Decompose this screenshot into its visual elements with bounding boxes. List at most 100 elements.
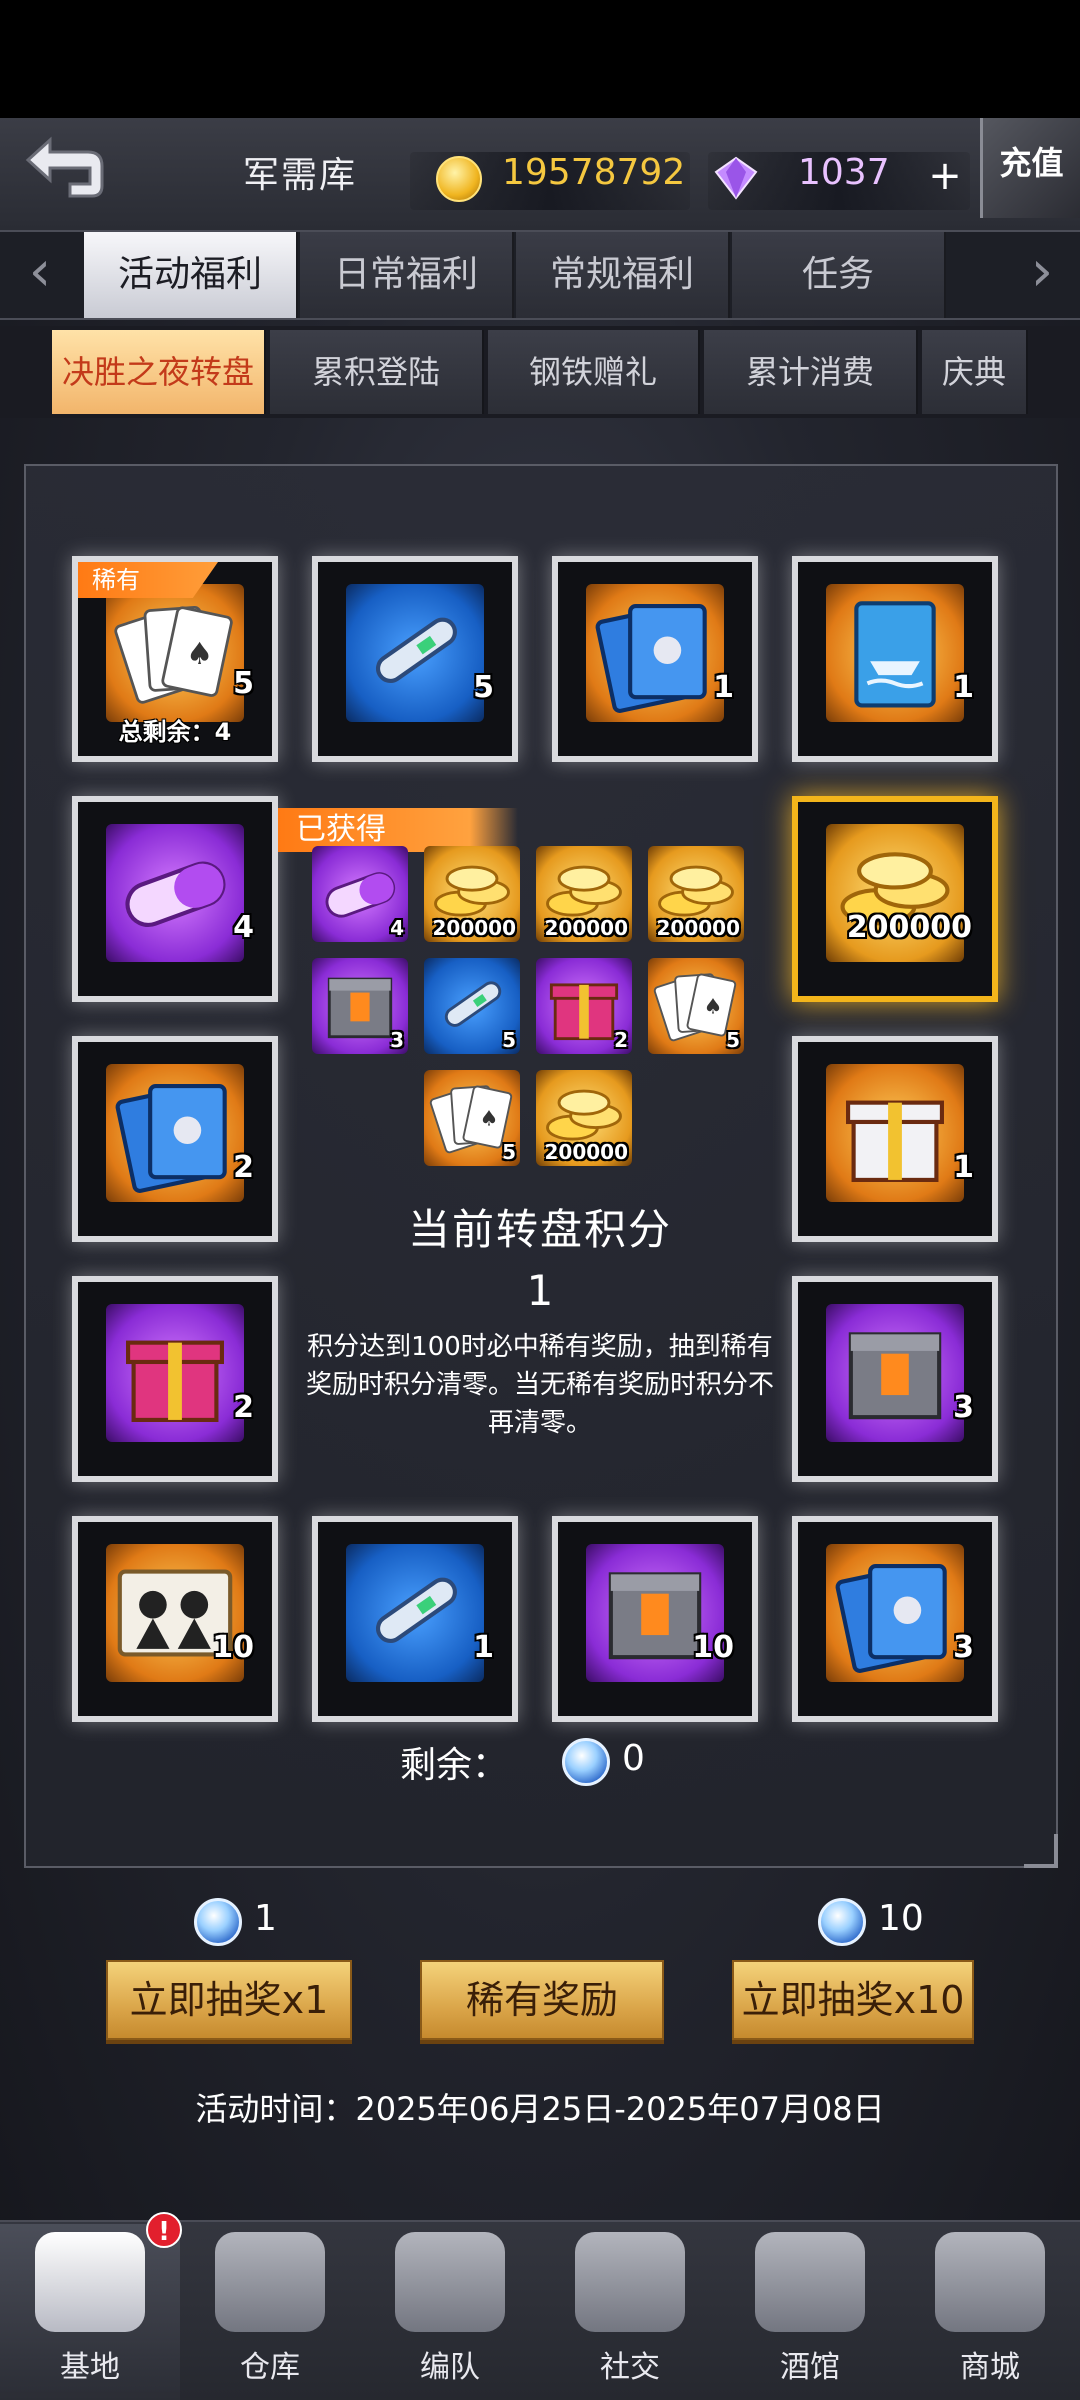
svg-text:♠: ♠: [186, 637, 213, 672]
reward-slot[interactable]: 2: [72, 1276, 278, 1482]
tab-right-arrow-icon[interactable]: ›: [1020, 244, 1064, 304]
obtained-item: 3: [312, 958, 408, 1054]
nav-label: 基地: [60, 2350, 120, 2385]
handshake-icon: [575, 2232, 685, 2332]
reward-count: 4: [233, 910, 254, 945]
reward-count: 1: [713, 670, 734, 705]
remaining-label: 剩余：: [400, 1745, 509, 1786]
gem-amount: 1037: [798, 152, 890, 193]
subtab-consumption[interactable]: 累计消费: [704, 330, 918, 414]
obtained-count: 5: [726, 1028, 740, 1052]
shop-icon: [935, 2232, 1045, 2332]
ship-card-icon: [826, 584, 964, 722]
reward-slot[interactable]: 3: [792, 1516, 998, 1722]
gift-box-icon: [826, 1064, 964, 1202]
single-draw-cost: 1: [254, 1898, 277, 1939]
obtained-count: 3: [390, 1028, 404, 1052]
nav-label: 社交: [600, 2350, 660, 2385]
subtab-steel-gift[interactable]: 钢铁赠礼: [488, 330, 700, 414]
obtained-item: 2: [536, 958, 632, 1054]
obtained-item: ♠ 5: [648, 958, 744, 1054]
reward-slot[interactable]: 2: [72, 1036, 278, 1242]
back-arrow-icon: [25, 136, 104, 198]
obtained-item: 4: [312, 846, 408, 942]
nav-label: 编队: [420, 2350, 480, 2385]
tab-tasks[interactable]: 任务: [732, 232, 946, 318]
recharge-label: 充值: [999, 144, 1064, 182]
back-button[interactable]: [10, 126, 110, 216]
reward-count: 10: [212, 1630, 254, 1665]
nav-item-2[interactable]: 编队: [360, 2224, 540, 2400]
nav-label: 商城: [960, 2350, 1020, 2385]
reward-slot[interactable]: ♠ 5 稀有 总剩余：4: [72, 556, 278, 762]
draw-once-button[interactable]: 立即抽奖x1: [106, 1960, 352, 2040]
reward-slot[interactable]: 1: [792, 556, 998, 762]
reward-count: 1: [953, 670, 974, 705]
obtained-item: 5: [424, 958, 520, 1054]
reward-slot[interactable]: 200000: [792, 796, 998, 1002]
draw-token-icon: [194, 1898, 242, 1946]
tab-left-arrow-icon[interactable]: ‹: [18, 244, 62, 304]
reward-slot[interactable]: 5: [312, 556, 518, 762]
pen-icon: [346, 584, 484, 722]
nav-item-4[interactable]: 酒馆: [720, 2224, 900, 2400]
tab-daily-welfare[interactable]: 日常福利: [300, 232, 514, 318]
crate-icon: [826, 1304, 964, 1442]
tab-activity-welfare[interactable]: 活动福利: [84, 232, 298, 318]
subtab-night-wheel[interactable]: 决胜之夜转盘: [52, 330, 266, 414]
capsule-icon: [106, 824, 244, 962]
obtained-count: 2: [614, 1028, 628, 1052]
formation-helmet-icon: [395, 2232, 505, 2332]
reward-slot[interactable]: 4: [72, 796, 278, 1002]
nav-item-1[interactable]: 仓库: [180, 2224, 360, 2400]
reward-slot[interactable]: 10: [552, 1516, 758, 1722]
nav-item-5[interactable]: 商城: [900, 2224, 1080, 2400]
reward-slot[interactable]: 1: [552, 556, 758, 762]
tavern-icon: [755, 2232, 865, 2332]
obtained-item: 200000: [536, 1070, 632, 1166]
playing-cards-icon: ♠: [106, 584, 244, 722]
obtained-count: 5: [502, 1028, 516, 1052]
obtained-item: 200000: [648, 846, 744, 942]
add-gems-button[interactable]: +: [920, 152, 970, 202]
reward-slot[interactable]: 1: [312, 1516, 518, 1722]
obtained-item: ♠ 5: [424, 1070, 520, 1166]
nav-item-0[interactable]: 基地: [0, 2224, 180, 2400]
obtained-count: 200000: [544, 1140, 629, 1164]
tab-regular-welfare[interactable]: 常规福利: [516, 232, 730, 318]
score-title: 当前转盘积分: [407, 1205, 672, 1254]
obtained-count: 200000: [432, 916, 517, 940]
reward-slot[interactable]: 1: [792, 1036, 998, 1242]
subtab-celebration[interactable]: 庆典: [922, 330, 1028, 414]
reward-count: 2: [233, 1390, 254, 1425]
blue-cards-icon: [826, 1544, 964, 1682]
reward-count: 10: [692, 1630, 734, 1665]
obtained-count: 200000: [544, 916, 629, 940]
nav-item-3[interactable]: 社交: [540, 2224, 720, 2400]
reward-count: 3: [953, 1630, 974, 1665]
draw-token-icon: [818, 1898, 866, 1946]
gem-icon: [712, 156, 760, 200]
total-remaining-label: 总剩余：4: [118, 718, 232, 746]
subtab-login[interactable]: 累积登陆: [270, 330, 484, 414]
rare-reward-button[interactable]: 稀有奖励: [420, 1960, 664, 2040]
reward-count: 200000: [846, 910, 972, 945]
reward-slot[interactable]: 3: [792, 1276, 998, 1482]
reward-count: 1: [953, 1150, 974, 1185]
ten-draw-cost: 10: [878, 1898, 924, 1939]
reward-slot[interactable]: 10: [72, 1516, 278, 1722]
pink-gift-icon: [106, 1304, 244, 1442]
blue-cards-icon: [586, 584, 724, 722]
svg-text:♠: ♠: [480, 1106, 499, 1131]
score-description: 积分达到100时必中稀有奖励，抽到稀有奖励时积分清零。当无稀有奖励时积分不再清零…: [305, 1332, 774, 1438]
warehouse-icon: [215, 2232, 325, 2332]
recharge-button[interactable]: 充值: [980, 118, 1080, 218]
page-title: 军需库: [242, 155, 357, 196]
obtained-count: 200000: [656, 916, 741, 940]
obtained-item: 200000: [424, 846, 520, 942]
obtained-count: 4: [390, 916, 404, 940]
draw-ten-button[interactable]: 立即抽奖x10: [732, 1960, 974, 2040]
coin-amount: 19578792: [502, 152, 686, 193]
reward-count: 3: [953, 1390, 974, 1425]
draw-token-icon: [562, 1738, 610, 1786]
